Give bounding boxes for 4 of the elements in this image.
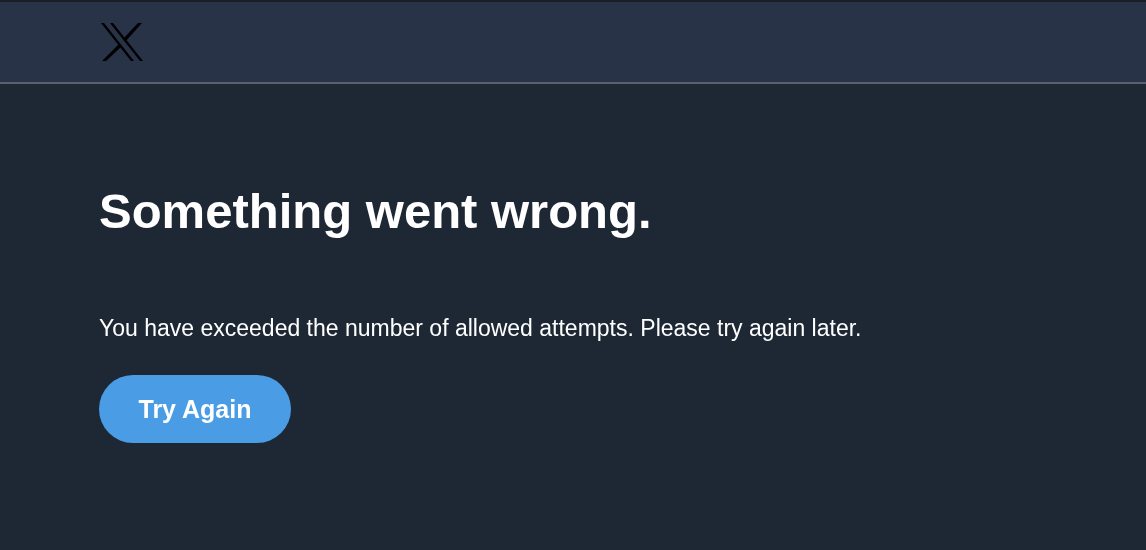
error-heading: Something went wrong. bbox=[99, 183, 653, 240]
try-again-button[interactable]: Try Again bbox=[99, 375, 291, 444]
error-message: You have exceeded the number of allowed attempts. Please try again later. bbox=[99, 313, 863, 343]
x-logo-icon[interactable] bbox=[101, 23, 143, 61]
